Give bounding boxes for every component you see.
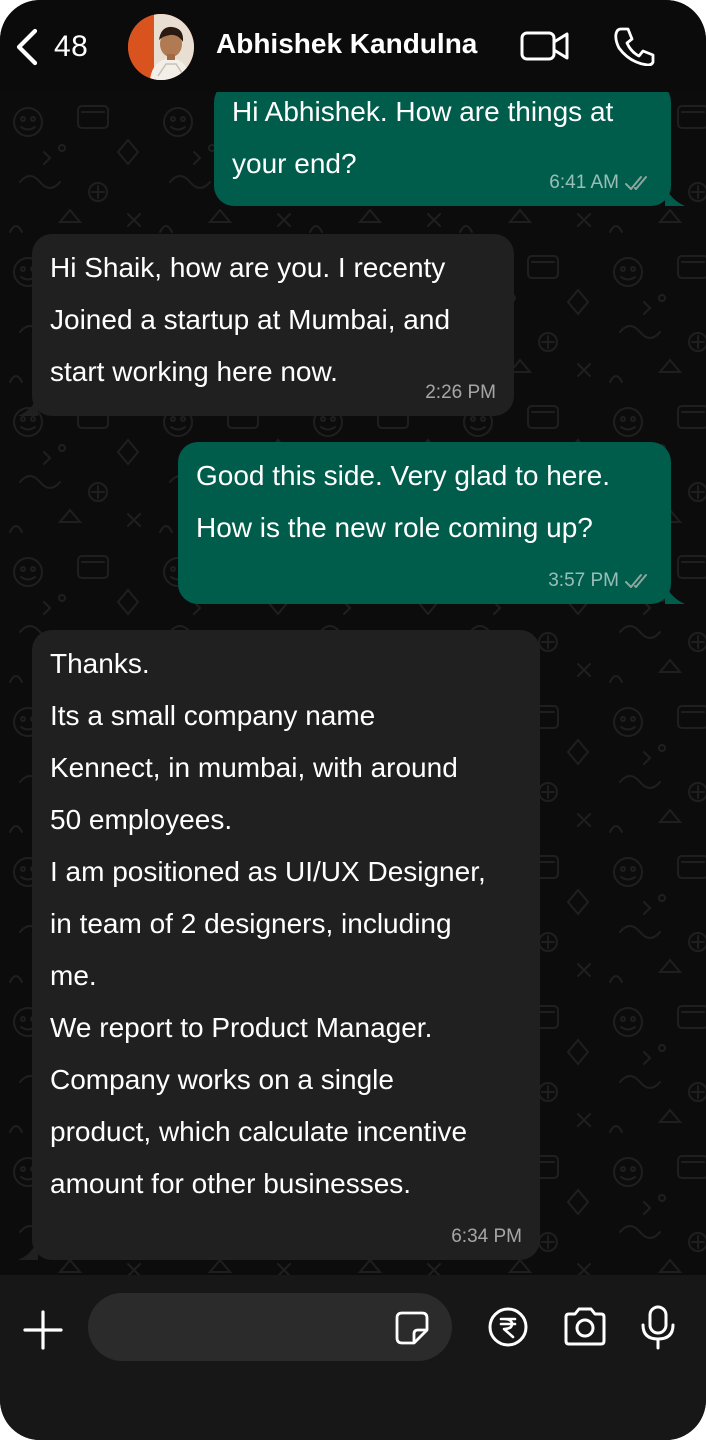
bubble-tail — [18, 1240, 38, 1260]
bubble-tail — [665, 584, 685, 604]
chat-header: 48 Abhishek Kandulna — [0, 0, 706, 92]
bubble-tail — [18, 396, 38, 416]
message-line: me. — [50, 960, 97, 991]
message-meta: 6:34 PM — [451, 1226, 522, 1248]
unread-count: 48 — [54, 30, 89, 63]
message-line: Its a small company name — [50, 700, 376, 731]
message-bubble-incoming[interactable]: Hi Shaik, how are you. I recenty Joined … — [18, 234, 514, 416]
message-meta: 2:26 PM — [425, 382, 496, 404]
message-meta: 3:57 PM — [548, 570, 653, 592]
microphone-icon — [638, 1305, 678, 1351]
video-call-icon — [520, 26, 570, 66]
back-button[interactable]: 48 — [14, 24, 88, 70]
voice-message-button[interactable] — [638, 1305, 678, 1351]
message-line: I am positioned as UI/UX Designer, — [50, 856, 486, 887]
message-meta: 6:41 AM — [549, 172, 653, 194]
message-text: Good this side. Very glad to here. How i… — [196, 442, 653, 554]
message-line: product, which calculate incentive — [50, 1116, 468, 1147]
message-line: in team of 2 designers, including — [50, 908, 452, 939]
message-text: Hi Shaik, how are you. I recenty Joined … — [50, 234, 496, 398]
sticker-button[interactable] — [394, 1310, 430, 1346]
video-call-button[interactable] — [520, 26, 570, 66]
message-bubble-incoming[interactable]: Thanks. Its a small company name Kennect… — [18, 630, 540, 1260]
voice-call-button[interactable] — [612, 26, 656, 66]
phone-icon — [612, 26, 656, 66]
bubble-tail — [665, 186, 685, 206]
message-composer — [0, 1275, 706, 1440]
plus-icon — [22, 1309, 64, 1351]
rupee-icon — [486, 1305, 530, 1349]
chat-area[interactable]: Hi Abhishek. How are things at your end?… — [0, 92, 706, 1275]
message-line: amount for other businesses. — [50, 1168, 412, 1199]
avatar[interactable] — [128, 14, 194, 80]
message-time: 3:57 PM — [548, 570, 619, 591]
message-bubble-outgoing[interactable]: Good this side. Very glad to here. How i… — [178, 442, 685, 604]
message-line: Company works on a single — [50, 1064, 394, 1095]
message-line: Good this side. Very glad to here. — [196, 460, 611, 491]
camera-button[interactable] — [561, 1305, 609, 1349]
message-time: 2:26 PM — [425, 382, 496, 403]
message-line: Joined a startup at Mumbai, and — [50, 304, 451, 335]
camera-icon — [561, 1305, 609, 1349]
message-time: 6:34 PM — [451, 1226, 522, 1247]
message-line: We report to Product Manager. — [50, 1012, 433, 1043]
phone-screen: 48 Abhishek Kandulna Hi Abhishek. How ar… — [0, 0, 706, 1440]
contact-name[interactable]: Abhishek Kandulna — [216, 28, 477, 60]
message-line: Hi Shaik, how are you. I recenty — [50, 252, 446, 283]
message-line: Kennect, in mumbai, with around — [50, 752, 458, 783]
read-ticks-icon — [619, 573, 653, 589]
sticker-icon — [394, 1310, 430, 1346]
back-chevron-icon — [14, 27, 40, 67]
message-bubble-outgoing[interactable]: Hi Abhishek. How are things at your end?… — [214, 92, 685, 206]
payment-button[interactable] — [486, 1305, 530, 1349]
message-line: 50 employees. — [50, 804, 233, 835]
message-line: Hi Abhishek. How are things at — [232, 96, 614, 127]
attach-button[interactable] — [22, 1309, 64, 1351]
message-line: Thanks. — [50, 648, 150, 679]
message-line: How is the new role coming up? — [196, 512, 593, 543]
message-text: Thanks. Its a small company name Kennect… — [50, 630, 522, 1210]
read-ticks-icon — [619, 175, 653, 191]
message-time: 6:41 AM — [549, 172, 619, 193]
